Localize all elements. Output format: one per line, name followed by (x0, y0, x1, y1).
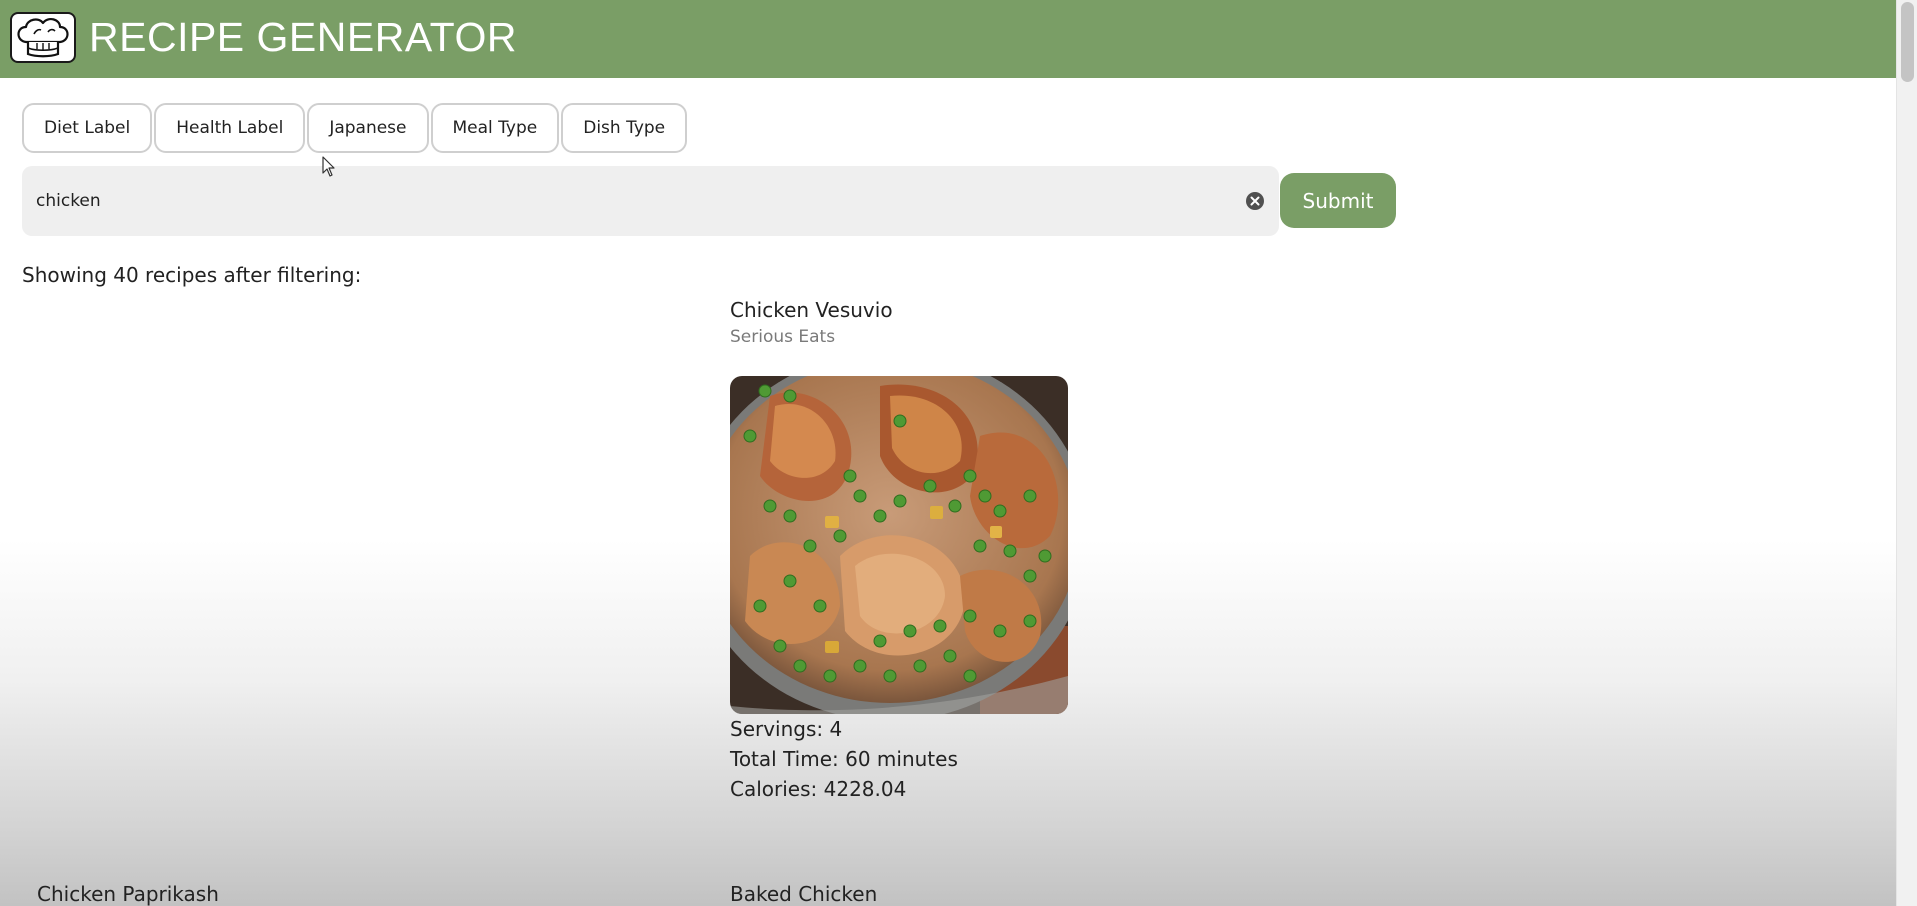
search-box (22, 166, 1279, 236)
recipe-servings: Servings: 4 (730, 717, 843, 741)
chef-hat-icon[interactable] (10, 12, 76, 63)
scrollbar-thumb[interactable] (1901, 2, 1914, 82)
page-scrollbar[interactable] (1896, 0, 1917, 906)
filter-meal-type-button[interactable]: Meal Type (430, 103, 560, 153)
filter-health-label-button[interactable]: Health Label (154, 103, 306, 153)
results-count: Showing 40 recipes after filtering: (22, 263, 362, 287)
filter-cuisine-button[interactable]: Japanese (307, 103, 429, 153)
search-input[interactable] (36, 166, 1236, 236)
mouse-cursor-icon (322, 156, 335, 177)
app-title: RECIPE GENERATOR (89, 14, 517, 60)
submit-button[interactable]: Submit (1280, 173, 1396, 228)
filter-dish-type-button[interactable]: Dish Type (561, 103, 688, 153)
recipe-stats: Servings: 4 Total Time: 60 minutes Calor… (730, 714, 958, 804)
recipe-total-time: Total Time: 60 minutes (730, 747, 958, 771)
recipe-title[interactable]: Chicken Paprikash (37, 882, 219, 906)
app-header: RECIPE GENERATOR (0, 0, 1896, 78)
recipe-image[interactable] (730, 376, 1068, 714)
clear-circle-icon[interactable] (1245, 191, 1265, 211)
filter-bar: Diet Label Health Label Japanese Meal Ty… (22, 103, 688, 153)
recipe-title[interactable]: Chicken Vesuvio (730, 296, 1130, 324)
recipe-card[interactable]: Chicken Vesuvio Serious Eats Servings: 4… (730, 296, 1130, 801)
recipe-title[interactable]: Baked Chicken (730, 882, 877, 906)
filter-diet-label-button[interactable]: Diet Label (22, 103, 153, 153)
recipe-source: Serious Eats (730, 327, 836, 347)
recipe-calories: Calories: 4228.04 (730, 777, 907, 801)
